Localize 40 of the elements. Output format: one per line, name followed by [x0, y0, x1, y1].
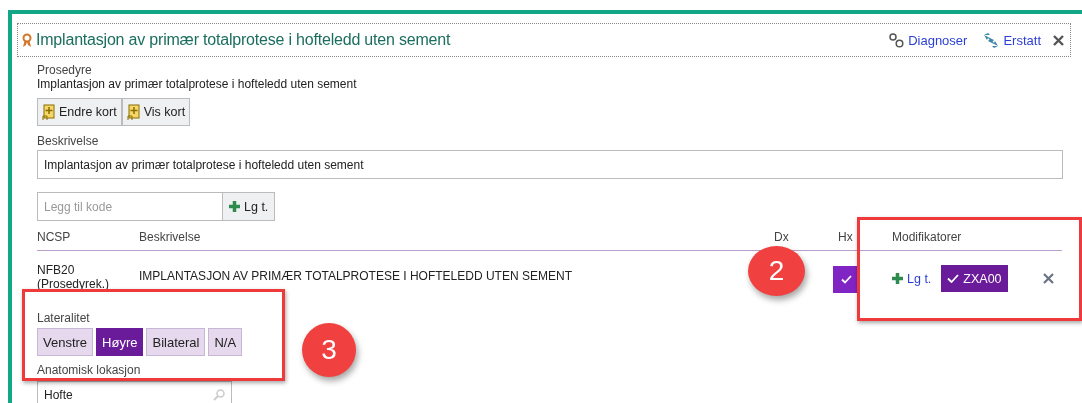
search-icon [213, 389, 225, 401]
ribbon-icon [22, 32, 32, 48]
callout-number: 2 [748, 246, 805, 296]
field-label: Lateralitet [37, 311, 91, 325]
remove-icon[interactable] [1043, 273, 1054, 284]
close-icon[interactable] [1053, 34, 1064, 46]
procedure-name: Implantasjon av primær totalprotese i hofteledd uten sement [37, 77, 358, 92]
field-label: Beskrivelse [37, 134, 100, 148]
panel-title: Implantasjon av primær totalprotese i hofteledd uten sement [36, 31, 452, 49]
plus-icon [229, 201, 240, 212]
laterality-option[interactable]: N/A [208, 328, 243, 356]
check-icon [947, 274, 960, 283]
replace-link[interactable]: Erstatt [983, 32, 1041, 48]
table-cell: IMPLANTASJON AV PRIMÆR TOTALPROTESE I HOFTELEDD UTEN SEMENT [139, 269, 572, 283]
callout-number: 3 [302, 323, 356, 377]
card-button[interactable]: Vis kort [121, 98, 191, 126]
column-header: Modifikatorer [892, 221, 1062, 251]
laterality-option[interactable]: Venstre [37, 328, 94, 356]
check-icon [841, 275, 852, 284]
code-type: (Prosedyrek.) [37, 277, 111, 291]
plus-icon [892, 273, 903, 284]
card-button[interactable]: Endre kort [37, 98, 122, 126]
circles-icon [889, 32, 905, 48]
diagnoses-link[interactable]: Diagnoser [889, 32, 968, 48]
add-modifier-link[interactable]: Lg t. [892, 271, 932, 286]
column-header: NCSP [37, 221, 139, 251]
field-label: Prosedyre [37, 63, 93, 77]
column-header: Beskrivelse [139, 221, 774, 251]
card-icon [126, 103, 140, 121]
column-header: Hx [838, 221, 892, 251]
field-label: Anatomisk lokasjon [37, 363, 142, 377]
add-button[interactable]: Lg t. [223, 192, 276, 221]
modifier-tag[interactable]: ZXA00 [941, 265, 1008, 292]
description-field[interactable]: Implantasjon av primær totalprotese i hofteledd uten sement [37, 150, 1063, 179]
procedure-code: NFB20 [37, 263, 76, 277]
laterality-option[interactable]: Høyre [96, 328, 144, 356]
swap-arrows-icon [983, 32, 1000, 48]
card-icon [42, 103, 55, 121]
laterality-option[interactable]: Bilateral [146, 328, 206, 356]
location-field[interactable]: Hofte [37, 381, 232, 403]
